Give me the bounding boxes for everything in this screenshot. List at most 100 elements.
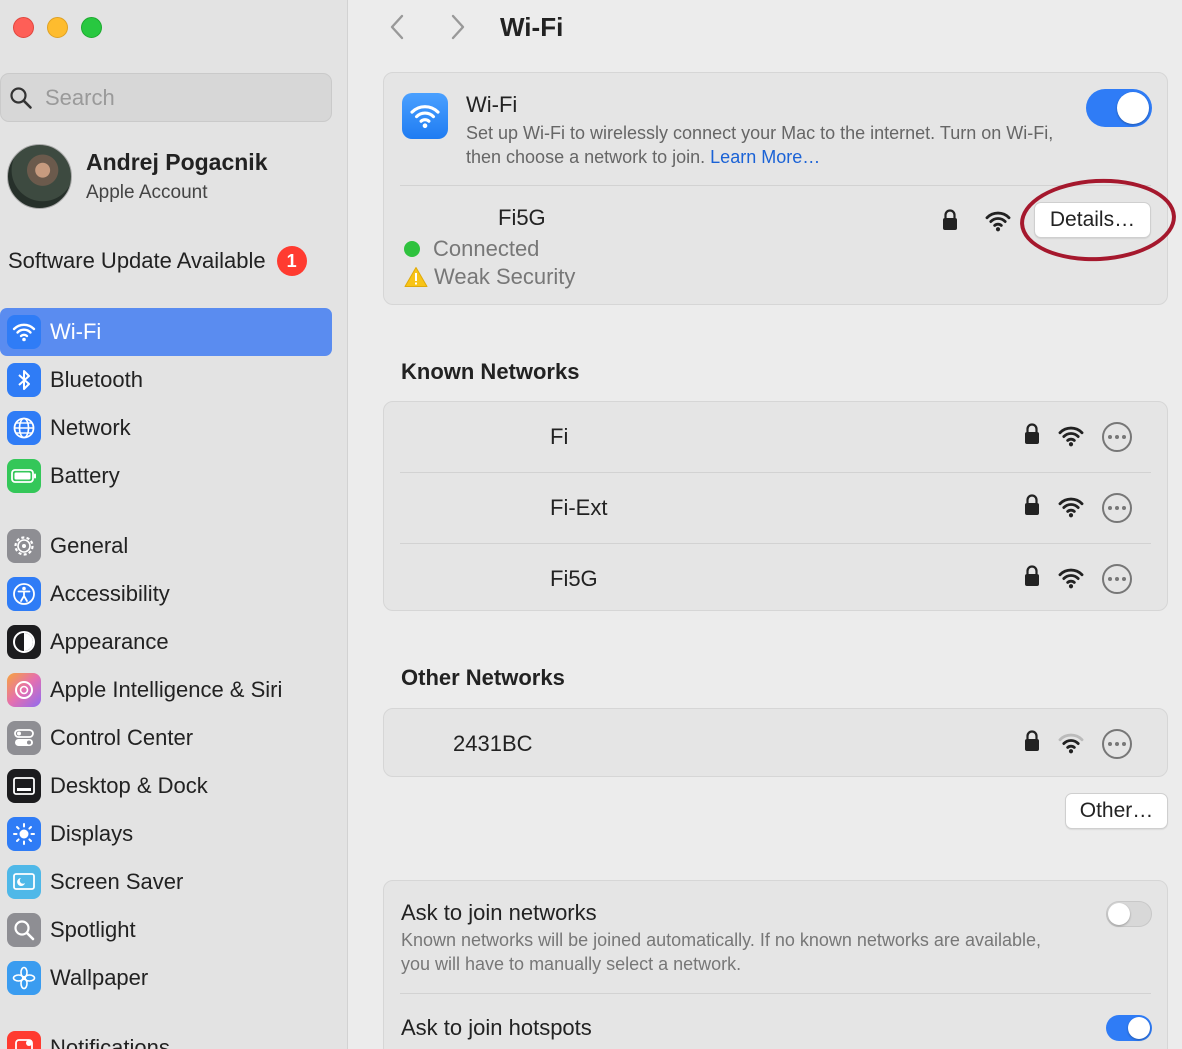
wifi-signal-icon: [1058, 497, 1084, 518]
known-network-row[interactable]: Fi5G: [384, 544, 1169, 615]
sidebar-item-desktop-dock[interactable]: Desktop & Dock: [0, 762, 332, 810]
more-options-button[interactable]: [1102, 493, 1132, 523]
wifi-description: Set up Wi-Fi to wirelessly connect your …: [466, 121, 1066, 169]
wifi-signal-icon: [1058, 426, 1084, 447]
sidebar-item-apple-intelligence-siri[interactable]: Apple Intelligence & Siri: [0, 666, 332, 714]
sidebar-item-label: Control Center: [50, 725, 194, 750]
minimize-button[interactable]: [47, 17, 68, 38]
sidebar-item-appearance[interactable]: Appearance: [0, 618, 332, 666]
sidebar-item-screen-saver[interactable]: Screen Saver: [0, 858, 332, 906]
ask-join-hotspots-toggle[interactable]: [1106, 1015, 1152, 1041]
sidebar-item-general[interactable]: General: [0, 522, 332, 570]
toolbar: Wi-Fi: [349, 0, 1182, 55]
sidebar-item-label: Appearance: [50, 629, 169, 654]
lock-icon: [1025, 423, 1039, 444]
wifi-icon: [7, 315, 41, 349]
connection-status: Connected: [404, 236, 539, 262]
account-subtitle: Apple Account: [86, 182, 208, 203]
search-icon: [10, 86, 32, 109]
close-button[interactable]: [13, 17, 34, 38]
ask-join-networks-toggle[interactable]: [1106, 901, 1152, 927]
known-network-row[interactable]: Fi: [384, 402, 1169, 473]
sidebar: Andrej Pogacnik Apple Account Software U…: [0, 0, 348, 1049]
more-options-button[interactable]: [1102, 422, 1132, 452]
wifi-icon: [402, 93, 448, 139]
sidebar-item-spotlight[interactable]: Spotlight: [0, 906, 332, 954]
window-controls: [13, 17, 102, 38]
battery-icon: [7, 459, 41, 493]
learn-more-link[interactable]: Learn More…: [710, 147, 820, 167]
page-title: Wi-Fi: [500, 12, 564, 42]
sidebar-item-bluetooth[interactable]: Bluetooth: [0, 356, 332, 404]
known-networks-heading: Known Networks: [401, 359, 580, 384]
connection-status-label: Connected: [433, 236, 540, 261]
main-pane: Wi-Fi Wi-Fi Set up Wi-Fi to wirelessly c…: [349, 0, 1182, 1049]
sidebar-gap: [0, 1002, 332, 1024]
sidebar-item-label: Bluetooth: [50, 367, 143, 392]
warning-icon: [404, 267, 428, 287]
wifi-signal-icon: [985, 211, 1011, 232]
sidebar-item-label: Network: [50, 415, 131, 440]
sidebar-nav: Wi-Fi Bluetooth Network Battery General: [0, 308, 332, 1049]
lock-icon: [943, 209, 957, 230]
other-network-row[interactable]: 2431BC: [384, 709, 1169, 778]
sidebar-item-label: Wallpaper: [50, 965, 149, 990]
sidebar-item-label: Screen Saver: [50, 869, 184, 894]
zoom-button[interactable]: [81, 17, 102, 38]
forward-chevron-icon[interactable]: [448, 13, 468, 41]
more-options-button[interactable]: [1102, 564, 1132, 594]
connected-dot-icon: [404, 241, 420, 257]
software-update-item[interactable]: Software Update Available 1: [8, 246, 307, 276]
other-networks-heading: Other Networks: [401, 665, 565, 690]
ask-join-networks-title: Ask to join networks: [401, 900, 597, 925]
update-badge: 1: [276, 246, 307, 276]
ask-join-networks-description: Known networks will be joined automatica…: [401, 930, 1041, 974]
other-network-button[interactable]: Other…: [1065, 793, 1168, 829]
sidebar-item-displays[interactable]: Displays: [0, 810, 332, 858]
apple-account[interactable]: Andrej Pogacnik Apple Account: [7, 144, 267, 209]
accessibility-icon: [7, 577, 41, 611]
known-network-row[interactable]: Fi-Ext: [384, 473, 1169, 544]
sidebar-item-wifi[interactable]: Wi-Fi: [0, 308, 332, 356]
sidebar-item-label: Spotlight: [50, 917, 136, 942]
sidebar-item-label: Displays: [50, 821, 134, 846]
notifications-icon: [7, 1031, 41, 1049]
current-network-name: Fi5G: [498, 205, 546, 230]
wifi-signal-icon: [1058, 733, 1084, 754]
sidebar-item-network[interactable]: Network: [0, 404, 332, 452]
sidebar-item-notifications[interactable]: Notifications: [0, 1024, 332, 1049]
search-field[interactable]: [0, 73, 332, 122]
annotation-circle: [1017, 174, 1179, 266]
lock-icon: [1025, 565, 1039, 586]
lock-icon: [1025, 494, 1039, 515]
sidebar-item-label: Desktop & Dock: [50, 773, 208, 798]
more-options-button[interactable]: [1102, 729, 1132, 759]
sidebar-item-wallpaper[interactable]: Wallpaper: [0, 954, 332, 1002]
sidebar-item-accessibility[interactable]: Accessibility: [0, 570, 332, 618]
screen-saver-icon: [7, 865, 41, 899]
displays-icon: [7, 817, 41, 851]
gear-icon: [7, 529, 41, 563]
software-update-label: Software Update Available: [8, 248, 266, 273]
join-options-card: Ask to join networks Known networks will…: [383, 880, 1168, 1049]
sidebar-item-label: Wi-Fi: [50, 319, 102, 344]
search-input[interactable]: [45, 84, 305, 111]
wifi-toggle[interactable]: [1086, 89, 1152, 127]
network-name: Fi: [550, 424, 569, 449]
siri-icon: [7, 673, 41, 707]
sidebar-item-control-center[interactable]: Control Center: [0, 714, 332, 762]
sidebar-item-label: Notifications: [50, 1035, 170, 1049]
security-status: Weak Security: [404, 264, 575, 290]
sidebar-item-label: Accessibility: [50, 581, 170, 606]
wifi-signal-icon: [1058, 568, 1084, 589]
globe-icon: [7, 411, 41, 445]
sidebar-item-label: Apple Intelligence & Siri: [50, 677, 283, 702]
network-name: 2431BC: [453, 731, 533, 756]
dock-icon: [7, 769, 41, 803]
sidebar-item-battery[interactable]: Battery: [0, 452, 332, 500]
back-chevron-icon[interactable]: [387, 13, 407, 41]
wifi-title: Wi-Fi: [466, 92, 518, 117]
appearance-icon: [7, 625, 41, 659]
wifi-card: Wi-Fi Set up Wi-Fi to wirelessly connect…: [383, 72, 1179, 305]
sidebar-gap: [0, 500, 332, 522]
